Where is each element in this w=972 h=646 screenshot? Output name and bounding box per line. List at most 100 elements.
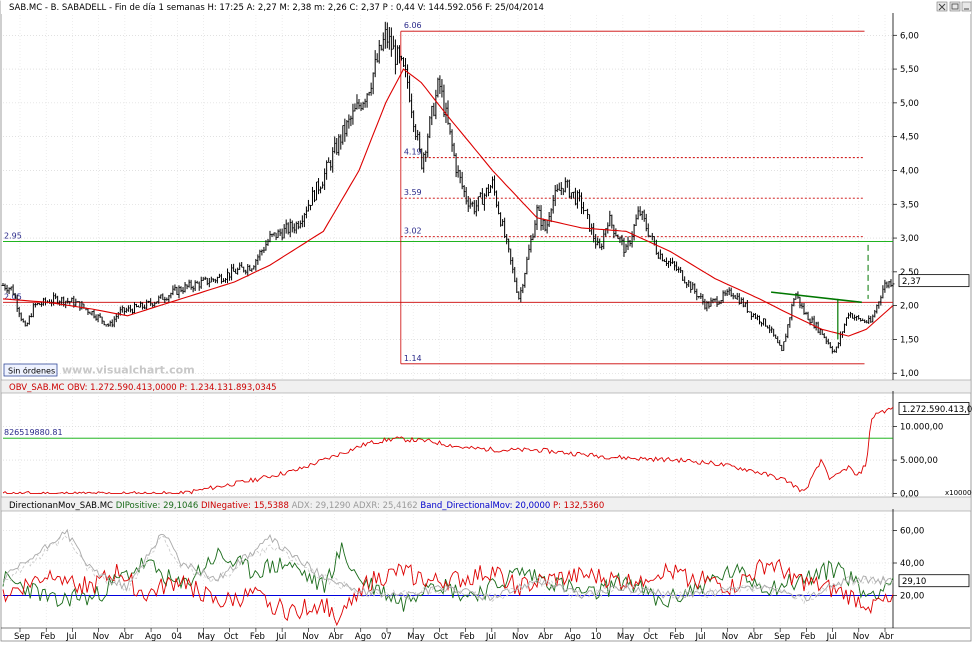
svg-text:OBV_SAB.MC OBV: 1.272.590.413: OBV_SAB.MC OBV: 1.272.590.413,0000 P: 1.… xyxy=(9,383,277,393)
x-tick-label: May xyxy=(617,632,635,642)
x-tick-label: 10 xyxy=(591,632,602,642)
y-tick-label: 3,50 xyxy=(900,200,919,210)
y-tick-label: 5,00 xyxy=(900,99,919,109)
orders-button-group[interactable]: Sin órdenes xyxy=(3,363,58,377)
header-field: M: 2,38 xyxy=(279,3,314,13)
dmi-header-field: Band_DirectionalMov: 20,0000 xyxy=(420,501,553,511)
maximize-icon[interactable] xyxy=(949,1,961,12)
last-value-label: 2,37 xyxy=(902,277,921,287)
header-field: C: 2,37 xyxy=(349,3,382,13)
header-field: - Fin de día 1 semanas xyxy=(109,3,207,13)
x-tick-label: 07 xyxy=(381,632,392,642)
x-tick-label: Jul xyxy=(65,632,76,642)
x-tick-label: Abr xyxy=(879,632,894,642)
y-tick-label: 5,50 xyxy=(900,65,919,75)
x-tick-label: May xyxy=(197,632,215,642)
x-tick-label: Abr xyxy=(748,632,763,642)
x-tick-label: Feb xyxy=(460,632,475,642)
dmi-series xyxy=(2,528,894,627)
x-tick-label: Jul xyxy=(275,632,286,642)
x-tick-label: Nov xyxy=(853,632,870,642)
obv-y-axis: 10.000,00 5.000,00 0,00 1.272.590.413,0 xyxy=(893,402,972,500)
dmi-header-field: P: 132,5360 xyxy=(553,501,604,511)
price-header: SAB.MC - B. SABADELL - Fin de día 1 sema… xyxy=(9,3,544,13)
x-tick-label: Abr xyxy=(119,632,134,642)
y-tick-label: 3,00 xyxy=(900,234,919,244)
outer-frame xyxy=(0,0,972,642)
y-tick-label: 20,00 xyxy=(900,592,924,602)
obv-grid xyxy=(3,393,893,497)
x-tick-label: Sep xyxy=(774,632,790,642)
y-tick-label: 1,00 xyxy=(900,369,919,379)
header-field: m: 2,26 xyxy=(314,3,349,13)
x-tick-label: Abr xyxy=(538,632,553,642)
minimize-icon[interactable] xyxy=(961,1,972,12)
watermark: www.visualchart.com xyxy=(62,364,195,377)
price-series xyxy=(1,21,895,354)
x-tick-label: Abr xyxy=(329,632,344,642)
price-levels: 2.952.056.064.193.593.021.14 xyxy=(3,21,893,365)
header-symbol: SAB.MC - B. SABADELL xyxy=(9,3,109,13)
y-tick-label: 1,50 xyxy=(900,335,919,345)
dmi-header-field: ADX: 29,1290 xyxy=(292,501,354,511)
x-tick-label: Ago xyxy=(145,632,161,642)
price-y-axis: 6,005,505,004,504,003,503,002,502,001,50… xyxy=(893,31,970,379)
fibonacci-label: 4.19 xyxy=(404,148,422,157)
chart-canvas: SAB.MC - B. SABADELL - Fin de día 1 sema… xyxy=(0,0,972,642)
dmi-series-line xyxy=(2,558,894,627)
x-tick-label: Oct xyxy=(433,632,448,642)
fibonacci-label: 1.14 xyxy=(404,354,422,363)
y-tick-label: 60,00 xyxy=(900,527,924,537)
dmi-header: DirectionanMov_SAB.MC DIPositive: 29,104… xyxy=(9,501,604,511)
x-tick-label: Feb xyxy=(669,632,684,642)
obv-header: OBV_SAB.MC OBV: 1.272.590.413,0000 P: 1.… xyxy=(9,383,277,393)
x-tick-label: Jul xyxy=(826,632,837,642)
x-tick-label: Feb xyxy=(250,632,265,642)
x-tick-label: Nov xyxy=(512,632,529,642)
svg-text:DirectionanMov_SAB.MC DIPosit: DirectionanMov_SAB.MC DIPositive: 29,104… xyxy=(9,501,604,511)
dmi-header-field: ADXR: 25,4162 xyxy=(353,501,420,511)
y-tick-label: 2,00 xyxy=(900,302,919,312)
obv-header-field: OBV_SAB.MC xyxy=(9,383,67,393)
y-tick-label: 0,00 xyxy=(900,490,919,500)
price-grid xyxy=(3,15,893,380)
orders-button-label: Sin órdenes xyxy=(8,366,55,376)
fibonacci-label: 3.02 xyxy=(404,227,422,236)
x-axis: Sep Feb Jul Nov Abr Ago 04 May Oct Feb Jul Nov Abr Ag… xyxy=(14,628,894,642)
header-field: F: 25/04/2014 xyxy=(485,3,544,13)
x-tick-label: Oct xyxy=(643,632,658,642)
x-tick-label: Feb xyxy=(800,632,815,642)
header-field: P : 0,44 xyxy=(383,3,418,13)
x-tick-label: Ago xyxy=(564,632,580,642)
dmi-grid xyxy=(3,511,893,628)
y-tick-label: 6,00 xyxy=(900,31,919,41)
obv-series: 826519880.81 xyxy=(2,406,894,495)
dmi-header-field: DIPositive: 29,1046 xyxy=(116,501,201,511)
dmi-header-field: DINegative: 15,5388 xyxy=(201,501,292,511)
y-tick-label: 40,00 xyxy=(900,559,924,569)
dmi-header-field: DirectionanMov_SAB.MC xyxy=(9,501,116,511)
x-tick-label: Oct xyxy=(224,632,239,642)
x-tick-label: Feb xyxy=(40,632,55,642)
x-tick-label: Nov xyxy=(93,632,110,642)
last-value-label: 1.272.590.413,0 xyxy=(902,405,972,415)
y-tick-label: 5.000,00 xyxy=(900,456,938,466)
chart-window: SAB.MC - B. SABADELL - Fin de día 1 sema… xyxy=(0,0,972,642)
x-tick-label: Nov xyxy=(302,632,319,642)
dmi-series-line xyxy=(2,542,894,612)
fibonacci-label: 6.06 xyxy=(404,21,422,30)
dmi-y-axis: 60,00 40,00 20,00 29,10 xyxy=(893,527,970,602)
panel-frames xyxy=(0,0,972,642)
y-tick-label: 4,50 xyxy=(900,133,919,143)
x-tick-label: Nov xyxy=(722,632,739,642)
obv-header-field: OBV: 1.272.590.413,0000 xyxy=(67,383,179,393)
adxr-line xyxy=(2,535,894,605)
x-tick-label: Sep xyxy=(14,632,30,642)
header-field: A: 2,27 xyxy=(247,3,280,13)
obv-line xyxy=(2,406,894,495)
scale-multiplier: x100000 xyxy=(945,489,972,497)
trendline xyxy=(770,291,862,304)
header-field: V: 144.592.056 xyxy=(418,3,485,13)
y-tick-label: 4,00 xyxy=(900,166,919,176)
x-tick-label: May xyxy=(407,632,425,642)
